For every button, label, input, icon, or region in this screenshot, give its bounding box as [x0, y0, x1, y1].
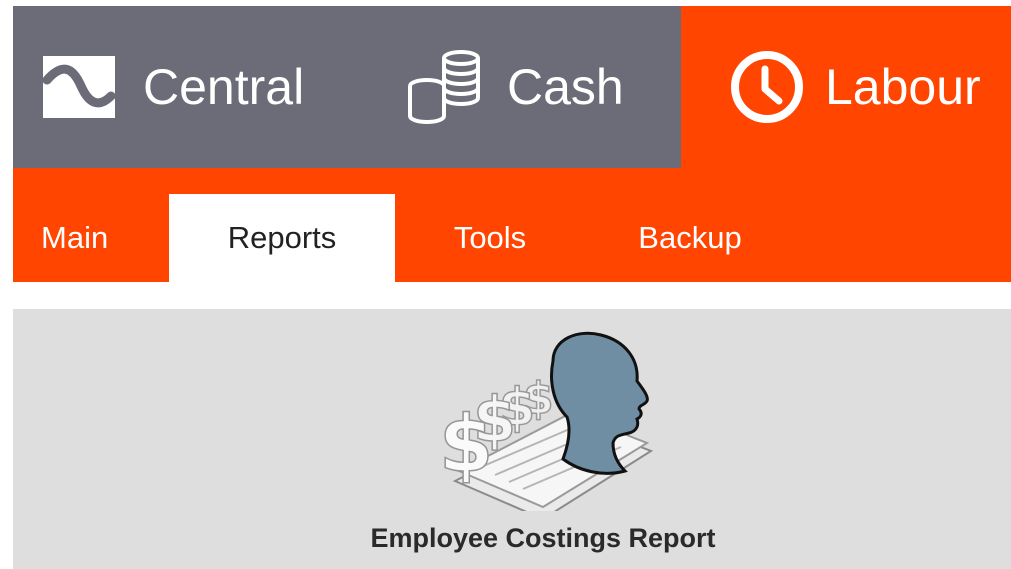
reports-panel: $ $ $ $ Employee Costings Report	[13, 309, 1011, 569]
tab-backup[interactable]: Backup	[585, 194, 795, 282]
tab-bar: Main Reports Tools Backup	[13, 168, 1011, 282]
central-logo-icon	[43, 56, 115, 118]
module-group-inactive: Central Cash	[13, 6, 681, 168]
module-central[interactable]: Central	[43, 6, 304, 168]
tab-main[interactable]: Main	[13, 194, 161, 282]
tab-tools[interactable]: Tools	[395, 194, 585, 282]
app-frame: Central Cash Labour Main Reports Tools B…	[0, 0, 1011, 569]
module-group-active: Labour	[681, 6, 1011, 168]
employee-costings-report-label: Employee Costings Report	[370, 523, 716, 553]
coins-stack-icon	[405, 48, 485, 126]
clock-icon	[729, 49, 805, 125]
tab-reports[interactable]: Reports	[169, 194, 395, 282]
svg-text:$: $	[439, 400, 493, 490]
module-central-label: Central	[143, 59, 305, 115]
employee-costings-icon: $ $ $ $	[403, 331, 663, 521]
module-cash-label: Cash	[507, 59, 624, 115]
module-bar: Central Cash Labour	[13, 6, 1011, 168]
employee-costings-report-button[interactable]: $ $ $ $ Employee Costings Report	[323, 331, 763, 569]
module-cash[interactable]: Cash	[405, 6, 624, 168]
module-labour[interactable]: Labour	[729, 6, 981, 168]
module-labour-label: Labour	[825, 59, 981, 115]
